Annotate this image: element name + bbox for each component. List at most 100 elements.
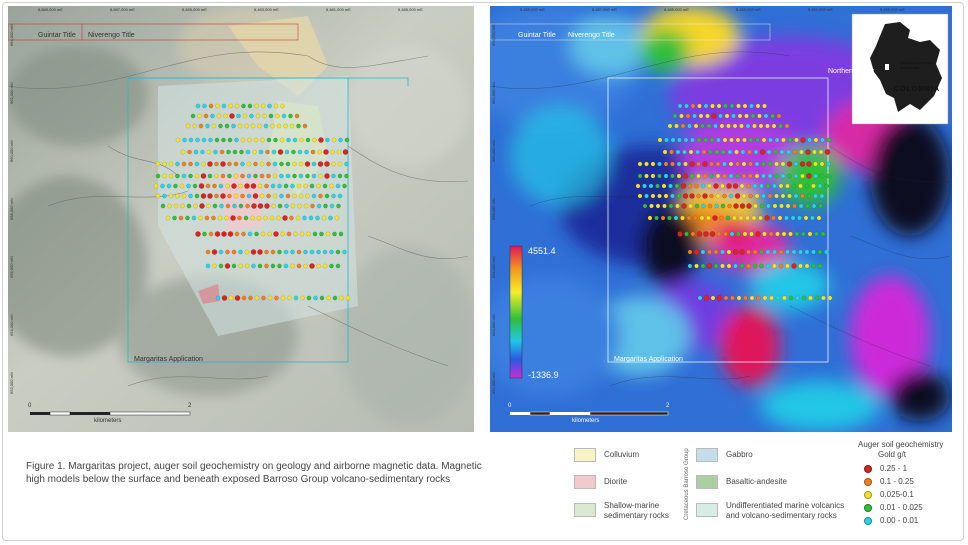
geochem-label-4: 0.00 - 0.01 (880, 516, 919, 525)
sample-point (726, 249, 732, 255)
sample-point (696, 193, 701, 199)
sample-point (323, 149, 329, 155)
sample-point (703, 137, 708, 143)
sample-point (262, 113, 267, 119)
sample-point (155, 173, 161, 179)
sample-point (250, 183, 257, 189)
sample-point (735, 173, 740, 179)
sample-point (726, 123, 731, 129)
sample-point (160, 203, 166, 209)
axis-tick-label: 652,000 mN (491, 372, 496, 394)
sample-point (286, 137, 291, 143)
sample-point (731, 113, 736, 119)
sample-point (694, 183, 699, 189)
sample-point (293, 295, 299, 301)
sample-point (231, 183, 237, 189)
sample-point (799, 161, 806, 167)
sample-point (741, 173, 747, 179)
sample-point (246, 193, 252, 199)
sample-point (728, 193, 734, 199)
sample-point (194, 193, 200, 199)
legend-swatch-shallow-marine (574, 503, 596, 517)
sample-point (816, 215, 822, 221)
sample-point (777, 215, 783, 221)
axis-tick-label: 8,487,000 mE (592, 7, 617, 12)
sample-point (192, 183, 198, 189)
sample-point (201, 137, 207, 143)
sample-point (266, 173, 271, 179)
sample-point (325, 231, 331, 237)
sample-point (722, 173, 727, 179)
sample-point (755, 103, 761, 109)
sample-point (237, 215, 242, 221)
sample-point (221, 103, 227, 109)
sample-point (264, 249, 269, 255)
sample-point (319, 295, 325, 301)
sample-point (709, 231, 716, 237)
sample-point (296, 249, 302, 255)
sample-point (684, 231, 689, 237)
sample-point (188, 161, 193, 167)
magnetic-map: Guintar Title Niverengo Title Northern B… (490, 6, 952, 432)
sample-point (231, 123, 236, 129)
sample-point (232, 149, 238, 155)
sample-point (663, 193, 669, 199)
legend-swatch-undifferentiated (696, 503, 718, 517)
sample-point (794, 231, 800, 237)
sample-point (245, 203, 250, 209)
sample-point (254, 103, 259, 109)
sample-point (292, 137, 298, 143)
sample-point (683, 161, 688, 167)
sample-point (289, 123, 295, 129)
sample-point (795, 295, 800, 301)
sample-point (732, 249, 739, 255)
sample-point (247, 231, 253, 237)
sample-point (709, 193, 714, 199)
sample-point (203, 113, 209, 119)
sample-point (792, 203, 797, 209)
sample-point (299, 137, 304, 143)
sample-point (820, 137, 825, 143)
sample-point (214, 173, 219, 179)
sample-point (776, 113, 782, 119)
sample-point (246, 173, 252, 179)
sample-point (744, 113, 749, 119)
sample-point (752, 263, 758, 269)
sample-point (224, 263, 231, 269)
sample-point (316, 263, 321, 269)
sample-point (194, 161, 200, 167)
sample-point (260, 231, 266, 237)
sample-point (740, 149, 746, 155)
sample-point (686, 215, 692, 221)
sample-point (321, 215, 327, 221)
axis-tick-label: 664,000 mN (491, 24, 496, 46)
sample-point (270, 263, 276, 269)
axis-tick-label: 656,000 mN (9, 256, 14, 278)
sample-point (732, 123, 738, 129)
sample-point (283, 263, 289, 269)
sample-point (316, 249, 321, 255)
geochem-dot-2 (864, 491, 872, 499)
axis-tick-label: 8,483,000 mE (254, 7, 279, 12)
sample-point (304, 161, 311, 167)
sample-point (230, 215, 236, 221)
sample-point (317, 161, 324, 167)
sample-point (677, 137, 682, 143)
legend-swatch-diorite (574, 475, 596, 489)
sample-point (729, 231, 735, 237)
sample-point (739, 263, 745, 269)
sample-point (650, 193, 656, 199)
geochem-dot-1 (864, 478, 872, 486)
sample-point (195, 137, 200, 143)
sample-point (689, 193, 695, 199)
legend-swatch-colluvium (574, 448, 596, 462)
sample-point (251, 263, 256, 269)
sample-point (675, 203, 680, 209)
sample-point (225, 203, 231, 209)
sample-point (805, 149, 811, 155)
sample-point (324, 161, 330, 167)
axis-tick-label: 8,485,000 mE (664, 7, 689, 12)
sample-point (649, 203, 654, 209)
sample-point (798, 183, 803, 189)
sample-point (728, 173, 734, 179)
